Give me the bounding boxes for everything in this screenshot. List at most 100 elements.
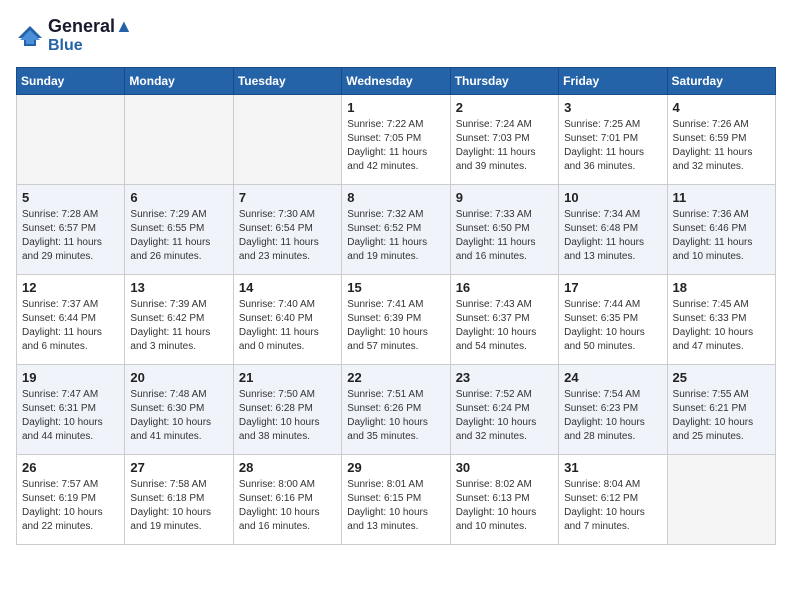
weekday-header: Saturday — [667, 68, 775, 95]
cell-content: Sunrise: 7:52 AM Sunset: 6:24 PM Dayligh… — [456, 388, 553, 444]
calendar-cell: 2Sunrise: 7:24 AM Sunset: 7:03 PM Daylig… — [450, 95, 558, 185]
cell-content: Sunrise: 7:32 AM Sunset: 6:52 PM Dayligh… — [347, 208, 444, 264]
calendar-week-row: 5Sunrise: 7:28 AM Sunset: 6:57 PM Daylig… — [17, 185, 776, 275]
cell-content: Sunrise: 7:55 AM Sunset: 6:21 PM Dayligh… — [673, 388, 770, 444]
calendar-cell: 24Sunrise: 7:54 AM Sunset: 6:23 PM Dayli… — [559, 365, 667, 455]
calendar-cell: 9 Sunrise: 7:33 AM Sunset: 6:50 PM Daylig… — [450, 185, 558, 275]
logo-text: General▲ Blue — [48, 16, 133, 55]
cell-content: Sunrise: 7:37 AM Sunset: 6:44 PM Dayligh… — [22, 298, 119, 354]
calendar-cell: 28 Sunrise: 8:00 AM Sunset: 6:16 PM Dayli… — [233, 455, 341, 545]
calendar-cell — [125, 95, 233, 185]
cell-content: Sunrise: 7:57 AM Sunset: 6:19 PM Dayligh… — [22, 478, 119, 534]
day-number: 1 — [347, 100, 444, 115]
calendar-cell: 30 Sunrise: 8:02 AM Sunset: 6:13 PM Dayli… — [450, 455, 558, 545]
calendar-cell — [667, 455, 775, 545]
day-number: 11 — [673, 190, 770, 205]
weekday-header: Thursday — [450, 68, 558, 95]
day-number: 4 — [673, 100, 770, 115]
calendar-cell: 7Sunrise: 7:30 AM Sunset: 6:54 PM Daylig… — [233, 185, 341, 275]
calendar-cell: 14 Sunrise: 7:40 AM Sunset: 6:40 PM Dayli… — [233, 275, 341, 365]
cell-content: Sunrise: 8:04 AM Sunset: 6:12 PM Dayligh… — [564, 478, 661, 534]
calendar-cell: 10 Sunrise: 7:34 AM Sunset: 6:48 PM Dayli… — [559, 185, 667, 275]
calendar-cell: 20 Sunrise: 7:48 AM Sunset: 6:30 PM Dayli… — [125, 365, 233, 455]
day-number: 23 — [456, 370, 553, 385]
cell-content: Sunrise: 7:29 AM Sunset: 6:55 PM Dayligh… — [130, 208, 227, 264]
day-number: 27 — [130, 460, 227, 475]
calendar-cell: 31 Sunrise: 8:04 AM Sunset: 6:12 PM Dayli… — [559, 455, 667, 545]
day-number: 29 — [347, 460, 444, 475]
cell-content: Sunrise: 7:22 AM Sunset: 7:05 PM Dayligh… — [347, 118, 444, 174]
calendar-cell: 4 Sunrise: 7:26 AM Sunset: 6:59 PM Daylig… — [667, 95, 775, 185]
cell-content: Sunrise: 7:39 AM Sunset: 6:42 PM Dayligh… — [130, 298, 227, 354]
day-number: 28 — [239, 460, 336, 475]
cell-content: Sunrise: 7:33 AM Sunset: 6:50 PM Dayligh… — [456, 208, 553, 264]
calendar-week-row: 19 Sunrise: 7:47 AM Sunset: 6:31 PM Dayli… — [17, 365, 776, 455]
calendar-cell: 5Sunrise: 7:28 AM Sunset: 6:57 PM Daylig… — [17, 185, 125, 275]
day-number: 6 — [130, 190, 227, 205]
cell-content: Sunrise: 7:47 AM Sunset: 6:31 PM Dayligh… — [22, 388, 119, 444]
day-number: 12 — [22, 280, 119, 295]
calendar-table: SundayMondayTuesdayWednesdayThursdayFrid… — [16, 67, 776, 545]
calendar-cell: 19 Sunrise: 7:47 AM Sunset: 6:31 PM Dayli… — [17, 365, 125, 455]
cell-content: Sunrise: 7:48 AM Sunset: 6:30 PM Dayligh… — [130, 388, 227, 444]
cell-content: Sunrise: 7:34 AM Sunset: 6:48 PM Dayligh… — [564, 208, 661, 264]
day-number: 30 — [456, 460, 553, 475]
calendar-cell: 22Sunrise: 7:51 AM Sunset: 6:26 PM Dayli… — [342, 365, 450, 455]
calendar-cell: 23 Sunrise: 7:52 AM Sunset: 6:24 PM Dayli… — [450, 365, 558, 455]
cell-content: Sunrise: 8:00 AM Sunset: 6:16 PM Dayligh… — [239, 478, 336, 534]
day-number: 24 — [564, 370, 661, 385]
day-number: 10 — [564, 190, 661, 205]
calendar-cell: 29 Sunrise: 8:01 AM Sunset: 6:15 PM Dayli… — [342, 455, 450, 545]
day-number: 19 — [22, 370, 119, 385]
day-number: 17 — [564, 280, 661, 295]
day-number: 13 — [130, 280, 227, 295]
cell-content: Sunrise: 7:28 AM Sunset: 6:57 PM Dayligh… — [22, 208, 119, 264]
cell-content: Sunrise: 7:41 AM Sunset: 6:39 PM Dayligh… — [347, 298, 444, 354]
day-number: 26 — [22, 460, 119, 475]
calendar-cell: 15 Sunrise: 7:41 AM Sunset: 6:39 PM Dayli… — [342, 275, 450, 365]
cell-content: Sunrise: 7:45 AM Sunset: 6:33 PM Dayligh… — [673, 298, 770, 354]
calendar-cell: 16Sunrise: 7:43 AM Sunset: 6:37 PM Dayli… — [450, 275, 558, 365]
day-number: 20 — [130, 370, 227, 385]
day-number: 3 — [564, 100, 661, 115]
calendar-header: SundayMondayTuesdayWednesdayThursdayFrid… — [17, 68, 776, 95]
calendar-cell: 27 Sunrise: 7:58 AM Sunset: 6:18 PM Dayli… — [125, 455, 233, 545]
calendar-cell — [17, 95, 125, 185]
cell-content: Sunrise: 7:26 AM Sunset: 6:59 PM Dayligh… — [673, 118, 770, 174]
weekday-header: Monday — [125, 68, 233, 95]
day-number: 9 — [456, 190, 553, 205]
day-number: 21 — [239, 370, 336, 385]
cell-content: Sunrise: 7:44 AM Sunset: 6:35 PM Dayligh… — [564, 298, 661, 354]
cell-content: Sunrise: 7:24 AM Sunset: 7:03 PM Dayligh… — [456, 118, 553, 174]
cell-content: Sunrise: 8:02 AM Sunset: 6:13 PM Dayligh… — [456, 478, 553, 534]
calendar-cell: 1 Sunrise: 7:22 AM Sunset: 7:05 PM Daylig… — [342, 95, 450, 185]
calendar-cell: 17 Sunrise: 7:44 AM Sunset: 6:35 PM Dayli… — [559, 275, 667, 365]
calendar-cell: 26 Sunrise: 7:57 AM Sunset: 6:19 PM Dayli… — [17, 455, 125, 545]
weekday-header: Sunday — [17, 68, 125, 95]
calendar-cell: 11 Sunrise: 7:36 AM Sunset: 6:46 PM Dayli… — [667, 185, 775, 275]
day-number: 8 — [347, 190, 444, 205]
weekday-header: Friday — [559, 68, 667, 95]
weekday-header: Tuesday — [233, 68, 341, 95]
day-number: 15 — [347, 280, 444, 295]
calendar-cell: 3Sunrise: 7:25 AM Sunset: 7:01 PM Daylig… — [559, 95, 667, 185]
calendar-cell: 18 Sunrise: 7:45 AM Sunset: 6:33 PM Dayli… — [667, 275, 775, 365]
cell-content: Sunrise: 7:50 AM Sunset: 6:28 PM Dayligh… — [239, 388, 336, 444]
cell-content: Sunrise: 7:58 AM Sunset: 6:18 PM Dayligh… — [130, 478, 227, 534]
calendar-cell: 13 Sunrise: 7:39 AM Sunset: 6:42 PM Dayli… — [125, 275, 233, 365]
calendar-cell: 12 Sunrise: 7:37 AM Sunset: 6:44 PM Dayli… — [17, 275, 125, 365]
day-number: 7 — [239, 190, 336, 205]
calendar-cell: 21 Sunrise: 7:50 AM Sunset: 6:28 PM Dayli… — [233, 365, 341, 455]
day-number: 14 — [239, 280, 336, 295]
cell-content: Sunrise: 7:36 AM Sunset: 6:46 PM Dayligh… — [673, 208, 770, 264]
cell-content: Sunrise: 7:51 AM Sunset: 6:26 PM Dayligh… — [347, 388, 444, 444]
cell-content: Sunrise: 7:40 AM Sunset: 6:40 PM Dayligh… — [239, 298, 336, 354]
day-number: 31 — [564, 460, 661, 475]
day-number: 18 — [673, 280, 770, 295]
calendar-cell — [233, 95, 341, 185]
calendar-cell: 25 Sunrise: 7:55 AM Sunset: 6:21 PM Dayli… — [667, 365, 775, 455]
calendar-week-row: 1 Sunrise: 7:22 AM Sunset: 7:05 PM Daylig… — [17, 95, 776, 185]
cell-content: Sunrise: 7:43 AM Sunset: 6:37 PM Dayligh… — [456, 298, 553, 354]
cell-content: Sunrise: 8:01 AM Sunset: 6:15 PM Dayligh… — [347, 478, 444, 534]
day-number: 25 — [673, 370, 770, 385]
